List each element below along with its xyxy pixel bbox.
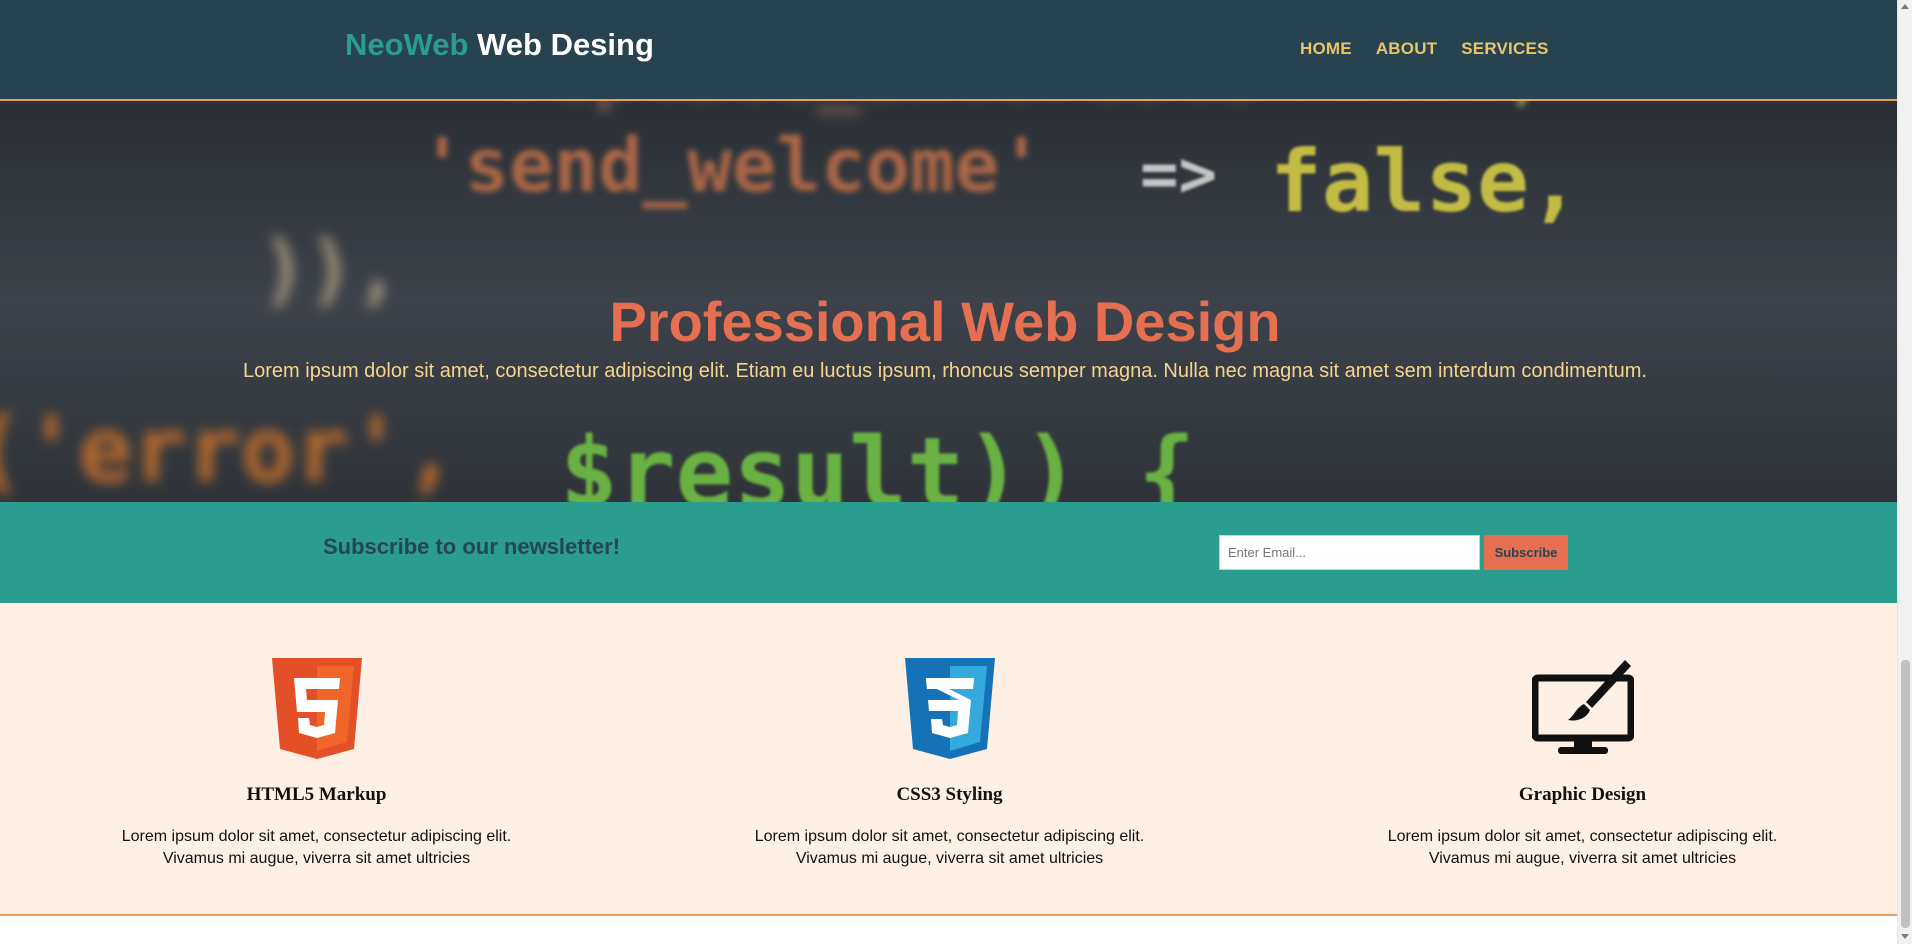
feature-graphic-design: Graphic Design Lorem ipsum dolor sit ame… [1266, 603, 1899, 916]
html5-icon [271, 658, 362, 759]
feature-title: Graphic Design [1518, 784, 1647, 805]
feature-description: Lorem ipsum dolor sit amet, consectetur … [1266, 826, 1899, 870]
brand-logo[interactable]: NeoWeb Web Desing [345, 27, 654, 63]
graphic-design-monitor-icon [1531, 660, 1634, 754]
features-section: HTML5 Markup Lorem ipsum dolor sit amet,… [0, 603, 1897, 916]
newsletter-section: Subscribe to our newsletter! Subscribe [0, 502, 1897, 603]
nav-link-about[interactable]: ABOUT [1376, 39, 1437, 59]
feature-css3: CSS3 Styling Lorem ipsum dolor sit amet,… [633, 603, 1266, 916]
main-nav: HOME ABOUT SERVICES [1300, 39, 1549, 59]
nav-link-home[interactable]: HOME [1300, 39, 1352, 59]
feature-html5: HTML5 Markup Lorem ipsum dolor sit amet,… [0, 603, 633, 916]
feature-description: Lorem ipsum dolor sit amet, consectetur … [0, 826, 633, 870]
newsletter-title: Subscribe to our newsletter! [323, 534, 621, 559]
feature-description: Lorem ipsum dolor sit amet, consectetur … [633, 826, 1266, 870]
feature-description-line: Vivamus mi augue, viverra sit amet ultri… [1428, 850, 1737, 867]
feature-description-line: Vivamus mi augue, viverra sit amet ultri… [162, 850, 471, 867]
hero-description: Lorem ipsum dolor sit amet, consectetur … [243, 360, 1647, 382]
nav-link-services[interactable]: SERVICES [1461, 39, 1548, 59]
scroll-down-arrow-icon[interactable] [1901, 934, 1909, 939]
feature-description-line: Lorem ipsum dolor sit amet, consectetur … [1387, 828, 1778, 845]
brand-name: Web Desing [477, 27, 654, 62]
feature-description-line: Lorem ipsum dolor sit amet, consectetur … [121, 828, 512, 845]
hero-title: Professional Web Design [609, 290, 1281, 353]
scrollbar-thumb[interactable] [1901, 660, 1910, 928]
page-scrollbar[interactable] [1897, 0, 1912, 944]
scroll-up-arrow-icon[interactable] [1901, 4, 1909, 9]
subscribe-button[interactable]: Subscribe [1484, 535, 1568, 570]
site-header: NeoWeb Web Desing HOME ABOUT SERVICES [0, 0, 1897, 101]
css3-icon [904, 658, 995, 759]
feature-title: CSS3 Styling [896, 784, 1003, 805]
feature-title: HTML5 Markup [246, 784, 387, 805]
brand-highlight: NeoWeb [345, 27, 469, 62]
email-input[interactable] [1219, 535, 1480, 570]
hero-section: 'replace_interests false; 'send_welcome'… [0, 101, 1897, 502]
feature-description-line: Lorem ipsum dolor sit amet, consectetur … [754, 828, 1145, 845]
feature-description-line: Vivamus mi augue, viverra sit amet ultri… [795, 850, 1104, 867]
